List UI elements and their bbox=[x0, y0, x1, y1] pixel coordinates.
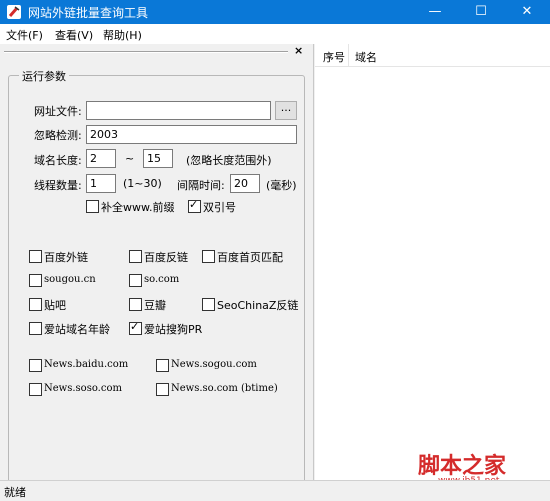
interval-label: 间隔时间: bbox=[177, 179, 225, 192]
engine-checkbox-douban[interactable]: 豆瓣 bbox=[129, 298, 199, 312]
status-text: 就绪 bbox=[4, 486, 26, 499]
menu-bar: 文件(F) 查看(V) 帮助(H) bbox=[0, 24, 550, 44]
checkbox-box[interactable] bbox=[29, 359, 42, 372]
checkbox-box[interactable] bbox=[202, 298, 215, 311]
column-header-domain[interactable]: 域名 bbox=[355, 49, 377, 65]
ignore-input[interactable]: 2003 bbox=[86, 125, 297, 144]
threads-range: (1~30) bbox=[123, 177, 162, 190]
threads-label: 线程数量: bbox=[34, 179, 82, 192]
news-checkbox-so[interactable]: News.so.com (btime) bbox=[156, 383, 296, 397]
news-checkbox-sogou[interactable]: News.sogou.com bbox=[156, 359, 276, 373]
prefix-checkbox[interactable]: 补全www.前缀 bbox=[86, 200, 181, 214]
check-mark-icon: ✓ bbox=[130, 320, 140, 333]
window-title: 网站外链批量查询工具 bbox=[28, 6, 149, 20]
menu-file[interactable]: 文件(F) bbox=[6, 27, 43, 43]
checkbox-box[interactable] bbox=[86, 200, 99, 213]
checkbox-box[interactable] bbox=[29, 250, 42, 263]
browse-button[interactable]: ... bbox=[275, 101, 297, 120]
domain-length-note: (忽略长度范围外) bbox=[186, 154, 272, 167]
domain-length-label: 域名长度: bbox=[34, 154, 82, 167]
parameter-pane: × 运行参数 网址文件: ... 忽略检测: 2003 域名长度: 2 ~ 15… bbox=[0, 44, 314, 497]
engine-checkbox-baidu-backlinks[interactable]: 百度反链 bbox=[129, 250, 199, 264]
engine-label: so.com bbox=[144, 274, 180, 285]
engine-label: 百度首页匹配 bbox=[217, 251, 283, 264]
threads-input[interactable]: 1 bbox=[86, 174, 116, 193]
interval-input[interactable]: 20 bbox=[230, 174, 260, 193]
engine-checkbox-aizhan-pr[interactable]: ✓ 爱站搜狗PR bbox=[129, 320, 219, 336]
pane-close-icon[interactable]: × bbox=[294, 44, 303, 57]
url-file-label: 网址文件: bbox=[34, 105, 82, 118]
engine-checkbox-sougou[interactable]: sougou.cn bbox=[29, 274, 119, 288]
engine-label: 贴吧 bbox=[44, 299, 66, 312]
checkbox-box[interactable] bbox=[129, 298, 142, 311]
minimize-button[interactable]: — bbox=[412, 0, 458, 24]
menu-help[interactable]: 帮助(H) bbox=[103, 27, 142, 43]
engine-checkbox-baidu-outlinks[interactable]: 百度外链 bbox=[29, 250, 119, 264]
run-params-group: 运行参数 网址文件: ... 忽略检测: 2003 域名长度: 2 ~ 15 (… bbox=[8, 68, 305, 497]
engine-label: 百度外链 bbox=[44, 251, 88, 264]
engine-label: 豆瓣 bbox=[144, 299, 166, 312]
column-separator[interactable] bbox=[348, 44, 349, 66]
engine-checkbox-tieba[interactable]: 贴吧 bbox=[29, 298, 119, 312]
checkbox-box[interactable] bbox=[29, 298, 42, 311]
news-label: News.so.com (btime) bbox=[171, 383, 278, 394]
pane-header: × bbox=[0, 44, 313, 60]
checkbox-box[interactable] bbox=[29, 383, 42, 396]
engine-checkbox-so[interactable]: so.com bbox=[129, 274, 199, 288]
pane-grip[interactable] bbox=[4, 51, 288, 53]
domain-length-min-input[interactable]: 2 bbox=[86, 149, 116, 168]
prefix-label: 补全www.前缀 bbox=[101, 201, 175, 214]
range-separator: ~ bbox=[125, 152, 135, 165]
checkbox-box[interactable] bbox=[156, 383, 169, 396]
checkbox-box[interactable] bbox=[29, 322, 42, 335]
results-list[interactable]: 序号 域名 bbox=[315, 44, 550, 480]
column-header-index[interactable]: 序号 bbox=[323, 49, 345, 65]
quotes-label: 双引号 bbox=[203, 201, 236, 214]
app-icon bbox=[7, 5, 21, 19]
checkbox-box[interactable] bbox=[156, 359, 169, 372]
domain-length-max-input[interactable]: 15 bbox=[143, 149, 173, 168]
news-label: News.soso.com bbox=[44, 383, 122, 394]
list-header: 序号 域名 bbox=[315, 44, 550, 67]
checkbox-box[interactable] bbox=[29, 274, 42, 287]
checkbox-box[interactable]: ✓ bbox=[188, 198, 201, 213]
interval-unit: (毫秒) bbox=[266, 179, 297, 192]
news-label: News.baidu.com bbox=[44, 359, 129, 370]
maximize-button[interactable]: ☐ bbox=[458, 0, 504, 24]
menu-view[interactable]: 查看(V) bbox=[55, 27, 93, 43]
quotes-checkbox[interactable]: ✓ 双引号 bbox=[188, 198, 248, 214]
url-file-input[interactable] bbox=[86, 101, 271, 120]
title-bar[interactable]: 网站外链批量查询工具 — ☐ ✕ bbox=[0, 0, 550, 24]
checkbox-box[interactable] bbox=[129, 274, 142, 287]
engine-label: 爱站域名年龄 bbox=[44, 323, 110, 336]
checkbox-box[interactable] bbox=[202, 250, 215, 263]
news-checkbox-baidu[interactable]: News.baidu.com bbox=[29, 359, 149, 373]
engine-label: 百度反链 bbox=[144, 251, 188, 264]
engine-checkbox-seochinaz[interactable]: SeoChinaZ反链 bbox=[202, 298, 299, 312]
status-bar: 就绪 bbox=[0, 480, 550, 501]
close-button[interactable]: ✕ bbox=[504, 0, 550, 24]
group-title: 运行参数 bbox=[19, 68, 69, 84]
engine-label: SeoChinaZ反链 bbox=[217, 299, 299, 312]
checkbox-box[interactable] bbox=[129, 250, 142, 263]
checkbox-box[interactable]: ✓ bbox=[129, 320, 142, 335]
ignore-label: 忽略检测: bbox=[34, 129, 82, 142]
news-label: News.sogou.com bbox=[171, 359, 257, 370]
engine-checkbox-aizhan-age[interactable]: 爱站域名年龄 bbox=[29, 322, 124, 336]
engine-checkbox-baidu-homepage[interactable]: 百度首页匹配 bbox=[202, 250, 292, 264]
news-checkbox-soso[interactable]: News.soso.com bbox=[29, 383, 149, 397]
check-mark-icon: ✓ bbox=[189, 198, 199, 211]
engine-label: 爱站搜狗PR bbox=[144, 323, 203, 336]
engine-label: sougou.cn bbox=[44, 274, 96, 285]
